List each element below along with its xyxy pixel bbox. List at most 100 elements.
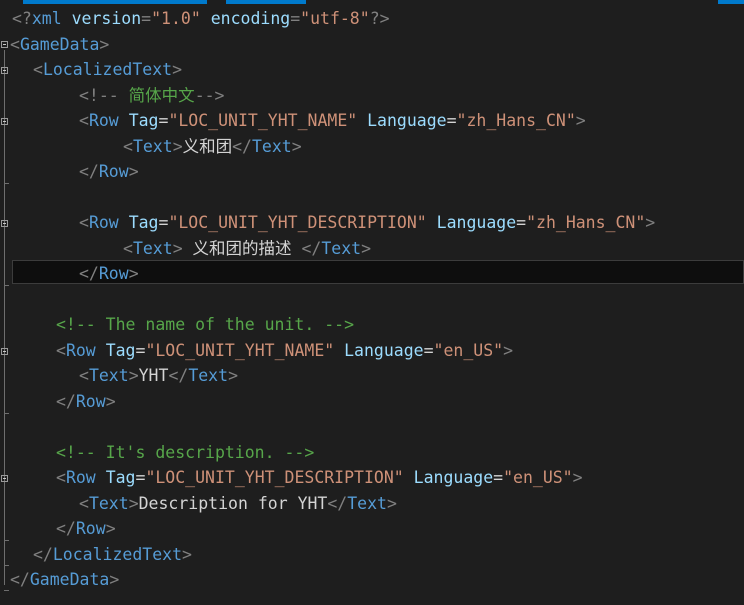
tag-localizedtext: LocalizedText (42, 60, 173, 79)
tag-text: Text (188, 366, 229, 385)
text-content: 义和团的描述 (182, 239, 302, 258)
value-tag: "LOC_UNIT_YHT_DESCRIPTION" (145, 468, 404, 487)
bracket: > (228, 366, 238, 385)
fold-toggle-icon[interactable] (1, 41, 8, 48)
code-line-text[interactable]: <Text>YHT</Text> (79, 363, 744, 388)
equals: = (135, 468, 146, 487)
equals: = (423, 341, 434, 360)
comment-text: <!-- It's description. --> (56, 443, 315, 462)
bracket: < (79, 366, 89, 385)
text-content: Description for YHT (138, 494, 328, 513)
fold-toggle-icon[interactable] (1, 118, 8, 125)
value-tag: "LOC_UNIT_YHT_DESCRIPTION" (168, 213, 427, 232)
code-line-row-close[interactable]: </Row> (56, 389, 744, 414)
bracket: </ (301, 239, 322, 258)
code-line-comment-zh[interactable]: <!-- 简体中文--> (79, 83, 744, 108)
bracket: > (503, 341, 514, 360)
tag-text: Text (132, 239, 173, 258)
bracket: < (123, 137, 133, 156)
bracket: > (172, 137, 183, 156)
fold-guide-end (4, 540, 9, 541)
tag-localizedtext: LocalizedText (52, 545, 183, 564)
code-line-xml-declaration[interactable]: <?xml version="1.0" encoding="utf-8"?> (12, 6, 744, 31)
code-line-row-close[interactable]: </Row> (79, 261, 744, 286)
bracket: > (105, 519, 116, 538)
code-line-localizedtext-close[interactable]: </LocalizedText> (33, 542, 744, 567)
bracket: > (128, 162, 139, 181)
fold-guide-end (4, 565, 9, 566)
code-line-text[interactable]: <Text>义和团</Text> (123, 134, 744, 159)
fold-guide (4, 357, 5, 414)
bracket: > (172, 239, 183, 258)
attr-language: Language (344, 341, 424, 360)
fold-toggle-icon[interactable] (1, 348, 8, 355)
code-line-row-open[interactable]: <Row Tag="LOC_UNIT_YHT_DESCRIPTION" Lang… (79, 210, 744, 235)
code-line-row-open[interactable]: <Row Tag="LOC_UNIT_YHT_DESCRIPTION" Lang… (56, 465, 744, 490)
code-line-gamedata-open[interactable]: <GameData> (10, 32, 744, 57)
code-line-text[interactable]: <Text>Description for YHT</Text> (79, 491, 744, 516)
fold-toggle-icon[interactable] (1, 475, 8, 482)
bracket: </ (79, 264, 99, 283)
value-language: "en_US" (503, 468, 573, 487)
value-language: "en_US" (433, 341, 504, 360)
comment-text: 简体中文 (118, 86, 195, 105)
bracket: > (291, 137, 302, 156)
bracket: < (33, 60, 43, 79)
text-content: 义和团 (182, 137, 233, 156)
attr-language: Language (367, 111, 447, 130)
code-line-comment-desc[interactable]: <!-- It's description. --> (56, 440, 744, 465)
bracket: > (128, 366, 139, 385)
attr-tag: Tag (128, 111, 159, 130)
equals: = (141, 9, 152, 28)
attr-language: Language (413, 468, 494, 487)
equals: = (493, 468, 504, 487)
bracket: </ (33, 545, 53, 564)
equals: = (135, 341, 146, 360)
value-tag: "LOC_UNIT_YHT_NAME" (168, 111, 358, 130)
equals: = (290, 9, 301, 28)
tag-row: Row (88, 111, 119, 130)
tag-row: Row (65, 468, 96, 487)
bracket: > (387, 494, 397, 513)
fold-guide (4, 484, 5, 541)
value-language: "zh_Hans_CN" (526, 213, 646, 232)
equals: = (158, 111, 169, 130)
code-line-comment-name[interactable]: <!-- The name of the unit. --> (56, 312, 744, 337)
code-line-gamedata-close[interactable]: </GameData> (10, 567, 744, 592)
bracket: </ (79, 162, 99, 181)
value-language: "zh_Hans_CN" (456, 111, 576, 130)
bracket: > (128, 264, 139, 283)
code-line-row-open[interactable]: <Row Tag="LOC_UNIT_YHT_NAME" Language="e… (56, 338, 744, 363)
code-line-text[interactable]: <Text> 义和团的描述 </Text> (123, 236, 744, 261)
bracket: </ (56, 519, 76, 538)
xml-decl-open: <? (12, 9, 32, 28)
bracket: > (575, 111, 586, 130)
tag-gamedata: GameData (19, 35, 100, 54)
fold-toggle-icon[interactable] (1, 67, 8, 74)
fold-guide (4, 127, 5, 184)
code-editor[interactable]: <?xml version="1.0" encoding="utf-8"?> <… (0, 4, 744, 605)
bracket: < (10, 35, 20, 54)
fold-guide-end (4, 413, 9, 414)
code-line-localizedtext-open[interactable]: <LocalizedText> (33, 57, 744, 82)
fold-guide-end (4, 183, 9, 184)
code-line-row-close[interactable]: </Row> (56, 516, 744, 541)
attr-tag: Tag (105, 341, 136, 360)
fold-guide (4, 229, 5, 286)
tag-text: Text (132, 137, 173, 156)
tag-row: Row (98, 162, 129, 181)
bracket: < (79, 111, 89, 130)
bracket: </ (56, 392, 76, 411)
fold-guide-end (4, 590, 9, 591)
code-line-row-open[interactable]: <Row Tag="LOC_UNIT_YHT_NAME" Language="z… (79, 108, 744, 133)
attr-language: Language (436, 213, 517, 232)
code-line-row-close[interactable]: </Row> (79, 159, 744, 184)
xml-decl-close: ?> (369, 9, 390, 28)
comment-open: <!-- (79, 86, 119, 105)
bracket: > (572, 468, 583, 487)
fold-toggle-icon[interactable] (1, 220, 8, 227)
bracket: > (645, 213, 656, 232)
value-version: "1.0" (151, 9, 201, 28)
tag-row: Row (65, 341, 96, 360)
tag-row: Row (88, 213, 119, 232)
